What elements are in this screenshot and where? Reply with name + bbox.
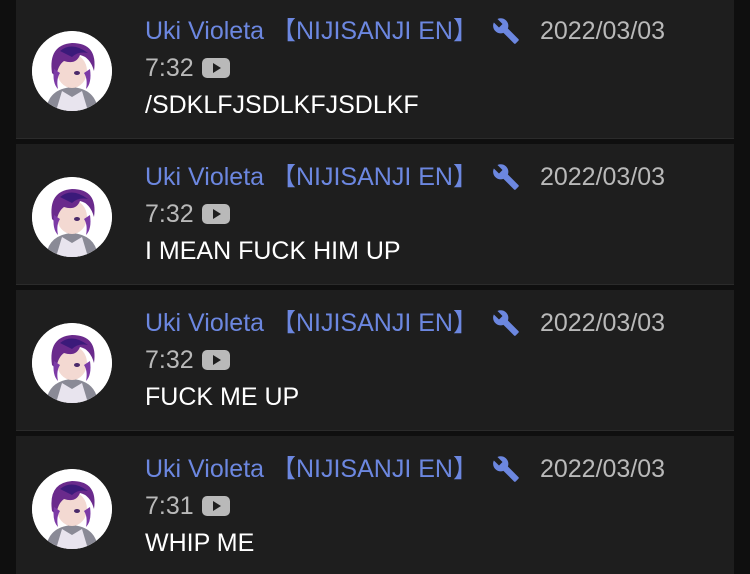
message-date: 2022/03/03	[539, 309, 666, 337]
message-date: 2022/03/03	[539, 163, 666, 191]
author-name[interactable]: Uki Violeta 【NIJISANJI EN】	[145, 309, 478, 337]
author-name[interactable]: Uki Violeta 【NIJISANJI EN】	[145, 17, 478, 45]
wrench-icon	[492, 454, 520, 484]
wrench-icon	[492, 16, 520, 46]
message-header: Uki Violeta 【NIJISANJI EN】 2022/03/03	[145, 454, 665, 484]
message-meta: 7:32	[145, 199, 230, 229]
message-card: Uki Violeta 【NIJISANJI EN】 2022/03/03 7:3…	[16, 0, 734, 139]
message-text: I MEAN FUCK HIM UP	[145, 237, 401, 265]
message-text: /SDKLFJSDLKFJSDLKF	[145, 91, 419, 119]
message-meta: 7:32	[145, 53, 230, 83]
message-time: 7:32	[145, 346, 194, 374]
message-text: WHIP ME	[145, 529, 255, 557]
message-time: 7:32	[145, 200, 194, 228]
message-time: 7:31	[145, 492, 194, 520]
message-card: Uki Violeta 【NIJISANJI EN】 2022/03/03 7:3…	[16, 436, 734, 574]
message-meta: 7:32	[145, 345, 230, 375]
youtube-icon[interactable]	[201, 496, 230, 516]
avatar[interactable]	[32, 469, 112, 549]
avatar[interactable]	[32, 31, 112, 111]
message-header: Uki Violeta 【NIJISANJI EN】 2022/03/03	[145, 308, 665, 338]
message-card: Uki Violeta 【NIJISANJI EN】 2022/03/03 7:3…	[16, 144, 734, 285]
avatar-image	[32, 177, 112, 257]
message-date: 2022/03/03	[539, 17, 666, 45]
message-header: Uki Violeta 【NIJISANJI EN】 2022/03/03	[145, 162, 665, 192]
avatar-image	[32, 31, 112, 111]
avatar-image	[32, 323, 112, 403]
author-name[interactable]: Uki Violeta 【NIJISANJI EN】	[145, 455, 478, 483]
wrench-icon	[492, 308, 520, 338]
youtube-icon[interactable]	[201, 350, 230, 370]
wrench-icon	[492, 162, 520, 192]
message-text: FUCK ME UP	[145, 383, 300, 411]
avatar-image	[32, 469, 112, 549]
youtube-icon[interactable]	[201, 58, 230, 78]
avatar[interactable]	[32, 177, 112, 257]
youtube-icon[interactable]	[201, 204, 230, 224]
message-feed: Uki Violeta 【NIJISANJI EN】 2022/03/03 7:3…	[0, 0, 750, 574]
message-date: 2022/03/03	[539, 455, 666, 483]
message-meta: 7:31	[145, 491, 230, 521]
message-header: Uki Violeta 【NIJISANJI EN】 2022/03/03	[145, 16, 665, 46]
author-name[interactable]: Uki Violeta 【NIJISANJI EN】	[145, 163, 478, 191]
message-time: 7:32	[145, 54, 194, 82]
avatar[interactable]	[32, 323, 112, 403]
message-card: Uki Violeta 【NIJISANJI EN】 2022/03/03 7:3…	[16, 290, 734, 431]
